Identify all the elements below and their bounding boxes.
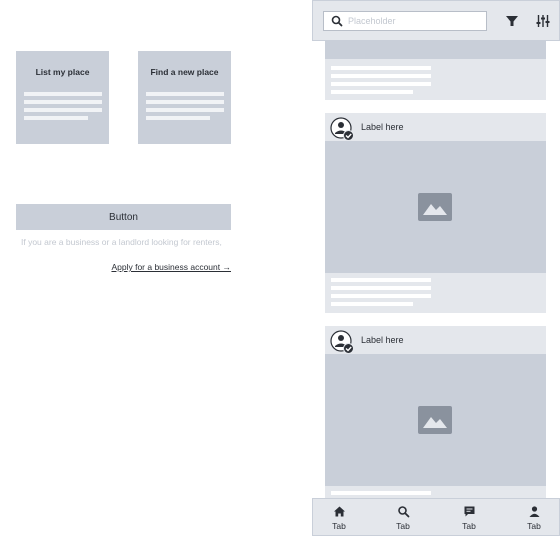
bottom-tab-bar: Tab Tab Tab Tab [312,498,560,536]
verified-user-avatar-icon [330,117,354,141]
image-placeholder [325,354,546,486]
text-placeholder-line [24,108,102,112]
top-app-bar [312,0,560,41]
tab-profile[interactable]: Tab [509,502,559,534]
primary-button[interactable]: Button [16,204,231,230]
feed-card-header: Label here [325,326,546,354]
text-placeholder-line [331,491,431,495]
tab-search[interactable]: Tab [378,502,428,534]
text-placeholder-line [331,302,413,306]
image-placeholder [325,40,546,59]
verified-user-avatar-icon [330,330,354,354]
tab-label: Tab [396,521,410,531]
search-icon [331,15,343,27]
tab-label: Tab [527,521,541,531]
text-placeholder-line [331,294,431,298]
feed-card[interactable]: Label here [325,113,546,313]
image-placeholder [325,141,546,273]
text-placeholder-line [331,66,431,70]
text-placeholder-line [146,92,224,96]
feed-card-label: Label here [361,122,404,132]
text-placeholder-line [331,82,431,86]
search-input[interactable] [348,16,478,26]
apply-business-account-link[interactable]: Apply for a business account → [111,262,231,272]
feed-card-partial[interactable] [325,40,546,100]
text-placeholder-line [146,100,224,104]
search-icon [397,506,409,518]
search-bar[interactable] [323,11,487,31]
image-icon [418,406,452,434]
feed-card-label: Label here [361,335,404,345]
text-placeholder-line [24,100,102,104]
tab-home[interactable]: Tab [314,502,364,534]
home-icon [333,506,345,517]
image-icon [418,193,452,221]
text-placeholder-line [146,108,224,112]
text-placeholder-line [331,90,413,94]
text-placeholder-line [24,116,88,120]
text-placeholder-line [331,286,431,290]
chat-icon [464,506,474,517]
text-placeholder-line [331,278,431,282]
option-card-list-place[interactable]: List my place [16,51,109,144]
filter-icon[interactable] [504,13,520,29]
tab-messages[interactable]: Tab [444,502,494,534]
tab-label: Tab [332,521,346,531]
business-hint-text: If you are a business or a landlord look… [21,237,222,247]
mobile-screen: Label here Label here Placeholder Tab Ta… [312,0,560,536]
text-placeholder-line [24,92,102,96]
option-card-find-place[interactable]: Find a new place [138,51,231,144]
text-placeholder-line [146,116,210,120]
text-placeholder-line [331,74,431,78]
tab-label: Tab [462,521,476,531]
option-card-title: List my place [35,67,90,77]
sliders-icon[interactable] [535,13,551,29]
feed-card[interactable]: Label here [325,326,546,526]
person-icon [529,506,539,517]
feed-card-header: Label here [325,113,546,141]
option-card-title: Find a new place [150,67,219,77]
